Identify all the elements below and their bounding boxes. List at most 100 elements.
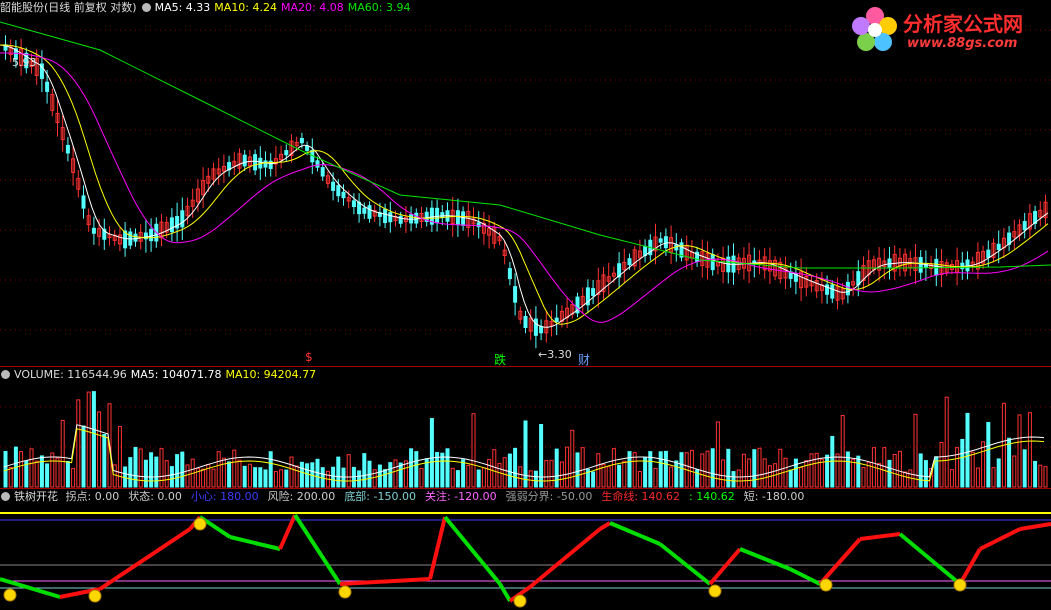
volume-bar xyxy=(856,455,861,488)
volume-bar xyxy=(393,459,398,488)
smiley-icon xyxy=(338,585,352,599)
volume-bar xyxy=(731,471,736,488)
indicator-item: 小心: 180.00 xyxy=(190,490,259,503)
volume-bar xyxy=(674,460,679,488)
volume-bar xyxy=(606,466,611,488)
candle-body xyxy=(284,150,289,156)
ma10-readout: MA10: 4.24 xyxy=(214,1,278,14)
volume-bar xyxy=(383,469,388,488)
volume-bar xyxy=(403,460,408,488)
volume-bar xyxy=(65,461,70,488)
volume-bar xyxy=(201,468,206,488)
indicator-segment xyxy=(443,515,502,586)
stock-title: 韶能股份(日线 前复权 对数) xyxy=(0,1,137,14)
volume-bar xyxy=(237,459,242,488)
candle-body xyxy=(965,259,970,272)
candle-body xyxy=(533,318,538,336)
volume-bar xyxy=(663,450,668,488)
flower-logo-icon xyxy=(852,7,897,51)
smiley-icon xyxy=(819,578,833,592)
indicator-segment xyxy=(708,547,742,586)
volume-readout: VOLUME: 116544.96 xyxy=(14,368,127,381)
volume-bar xyxy=(372,469,377,488)
volume-bar xyxy=(175,454,180,488)
candle-body xyxy=(461,211,466,226)
volume-bar xyxy=(549,459,554,488)
indicator-segment xyxy=(898,532,932,561)
volume-bar xyxy=(102,433,107,488)
volume-chart[interactable] xyxy=(0,367,1051,488)
volume-bar xyxy=(268,451,273,488)
volume-bar xyxy=(299,461,304,488)
candle-body xyxy=(305,145,310,151)
ma5-line xyxy=(0,44,1049,328)
gear-icon[interactable] xyxy=(1,492,10,501)
volume-bar xyxy=(461,459,466,488)
price-chart[interactable] xyxy=(0,0,1051,366)
volume-bar xyxy=(216,451,221,488)
candle-body xyxy=(242,154,247,167)
volume-bar xyxy=(39,455,44,488)
ma20-readout: MA20: 4.08 xyxy=(281,1,344,14)
candle-body xyxy=(351,200,356,207)
volume-bar xyxy=(455,470,460,488)
indicator-panel[interactable]: 铁树开花 拐点: 0.00 状态: 0.00 小心: 180.00 风险: 200.0… xyxy=(0,489,1051,610)
smiley-icon xyxy=(3,588,17,602)
indicator-segment xyxy=(979,527,1021,551)
volume-bar xyxy=(258,467,263,488)
volume-bar xyxy=(221,457,226,488)
volume-bar xyxy=(799,467,804,488)
candle-body xyxy=(507,268,512,280)
volume-bar xyxy=(658,451,663,488)
price-panel[interactable]: 韶能股份(日线 前复权 对数) MA5: 4.33 MA10: 4.24 MA20: … xyxy=(0,0,1051,367)
volume-bar xyxy=(726,448,731,488)
candle-body xyxy=(658,238,663,243)
candle-body xyxy=(710,254,715,271)
low-price-label: ←3.30 xyxy=(538,348,572,361)
candle-body xyxy=(996,243,1001,250)
volume-bar xyxy=(289,456,294,488)
volume-bar xyxy=(596,453,601,488)
volume-bar xyxy=(903,471,908,488)
indicator-chart[interactable] xyxy=(0,489,1051,610)
volume-panel[interactable]: VOLUME: 116544.96 MA5: 104071.78 MA10: 942… xyxy=(0,367,1051,488)
high-price-label: 5.93 xyxy=(12,56,37,69)
volume-bar xyxy=(279,469,284,488)
candle-body xyxy=(133,233,138,242)
volume-bar xyxy=(757,447,762,488)
volume-bar xyxy=(939,441,944,488)
volume-bar xyxy=(897,450,902,488)
indicator-segment xyxy=(293,513,342,586)
candle-body xyxy=(299,137,304,144)
volume-bar xyxy=(809,453,814,488)
volume-bar xyxy=(622,460,627,488)
candle-body xyxy=(362,207,367,214)
gear-icon[interactable] xyxy=(1,370,10,379)
volume-bar xyxy=(518,466,523,488)
marker-s: $ xyxy=(305,350,313,364)
indicator-header: 铁树开花 拐点: 0.00 状态: 0.00 小心: 180.00 风险: 200.0… xyxy=(0,489,813,505)
vol-ma10-readout: MA10: 94204.77 xyxy=(225,368,317,381)
logo-url: www.88gs.com xyxy=(907,36,1018,51)
indicator-segment xyxy=(498,582,512,603)
volume-bar xyxy=(559,461,564,488)
volume-bar xyxy=(1033,460,1038,488)
indicator-segment xyxy=(229,535,281,551)
volume-bar xyxy=(721,459,726,488)
volume-bar xyxy=(71,468,76,488)
volume-bar xyxy=(705,450,710,488)
volume-bar xyxy=(736,469,741,488)
candle-body xyxy=(357,201,362,215)
volume-bar xyxy=(492,449,497,488)
volume-bar xyxy=(29,448,34,488)
smiley-icon xyxy=(708,584,722,598)
volume-bar xyxy=(34,460,39,488)
volume-bar xyxy=(861,466,866,488)
candle-body xyxy=(554,317,559,323)
volume-bar xyxy=(388,462,393,488)
volume-bar xyxy=(357,470,362,488)
gear-icon[interactable] xyxy=(141,3,151,12)
volume-bar xyxy=(362,453,367,488)
volume-bar xyxy=(643,457,648,488)
volume-bar xyxy=(45,463,50,488)
